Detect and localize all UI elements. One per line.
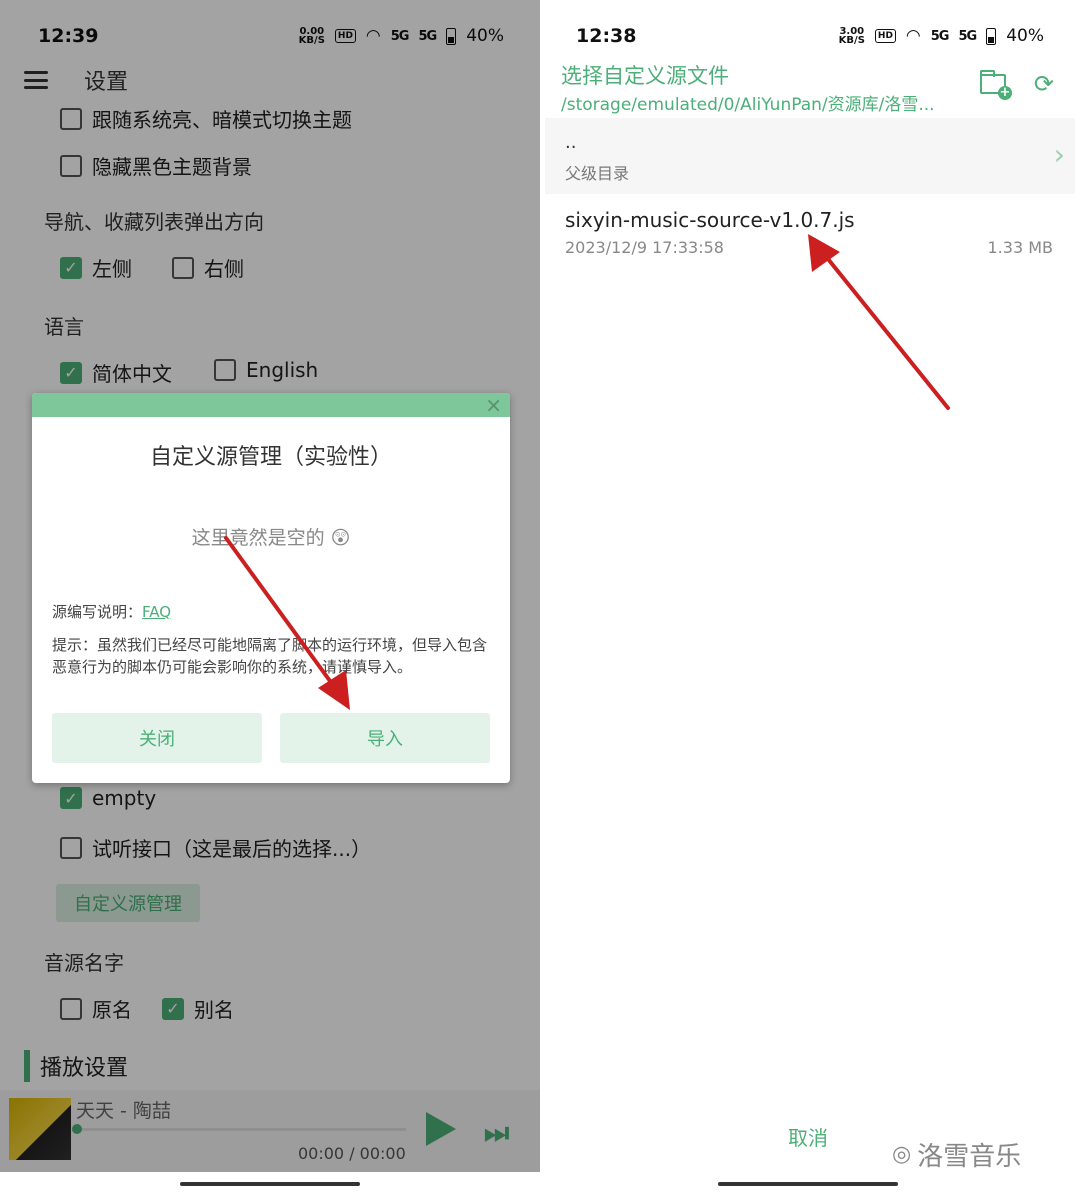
file-picker-screen: 12:38 3.00 KB/S HD ◠ 5G 5G 40% 选择自定义源文件 /…: [540, 0, 1080, 1199]
red-arrow-annotation: [808, 234, 950, 410]
red-arrow-annotation: [224, 536, 350, 710]
settings-screen: 12:39 0.00 KB/S HD ◠ 5G 5G 40% 设置 跟随系统亮、暗…: [0, 0, 540, 1199]
